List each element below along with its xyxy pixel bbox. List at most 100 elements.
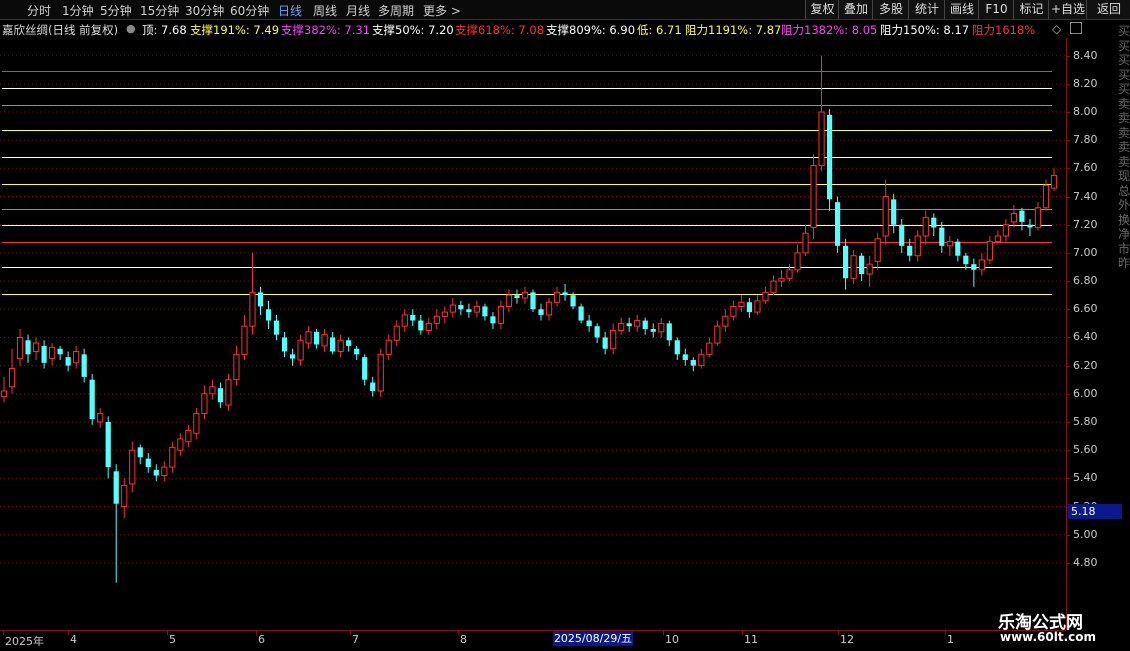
candle[interactable]	[441, 311, 448, 317]
candle[interactable]	[826, 114, 833, 200]
candle[interactable]	[89, 379, 95, 420]
tool-button[interactable]: 叠加	[838, 0, 873, 19]
candle[interactable]	[850, 255, 857, 279]
tool-button[interactable]: 返回	[1086, 0, 1130, 19]
candle[interactable]	[994, 235, 1001, 243]
candle[interactable]	[297, 339, 304, 361]
tool-button[interactable]: F10	[978, 0, 1014, 19]
candle[interactable]	[971, 264, 977, 270]
candle[interactable]	[786, 269, 793, 279]
diamond-icon[interactable]: ◇	[1052, 22, 1061, 36]
candle[interactable]	[321, 334, 328, 347]
candle[interactable]	[1034, 207, 1042, 229]
candle[interactable]	[346, 340, 352, 346]
candle[interactable]	[514, 295, 520, 298]
candle[interactable]	[986, 241, 993, 261]
candle[interactable]	[209, 386, 216, 395]
candle[interactable]	[842, 245, 849, 279]
candle[interactable]	[418, 320, 424, 331]
candle[interactable]	[1019, 210, 1025, 222]
candle[interactable]	[963, 255, 969, 265]
candle[interactable]	[337, 339, 344, 353]
candle[interactable]	[866, 263, 873, 275]
candle[interactable]	[193, 413, 200, 434]
candle[interactable]	[65, 357, 71, 366]
candle[interactable]	[553, 291, 561, 303]
candle[interactable]	[722, 315, 729, 327]
candle[interactable]	[545, 301, 553, 316]
candle[interactable]	[891, 199, 897, 225]
period-tab[interactable]: 多周期	[378, 2, 414, 19]
candle[interactable]	[578, 306, 584, 321]
candle[interactable]	[538, 309, 544, 315]
candle[interactable]	[105, 422, 111, 468]
candle[interactable]	[458, 305, 464, 310]
candle[interactable]	[730, 305, 737, 317]
candle[interactable]	[562, 292, 568, 296]
candle[interactable]	[145, 458, 151, 468]
candle[interactable]	[530, 292, 536, 310]
candle[interactable]	[899, 224, 905, 246]
candle[interactable]	[249, 291, 256, 327]
candle[interactable]	[370, 382, 376, 391]
candle[interactable]	[939, 227, 945, 246]
candle[interactable]	[410, 314, 416, 321]
candle[interactable]	[1010, 212, 1018, 223]
candle[interactable]	[698, 353, 705, 367]
candle[interactable]	[1027, 224, 1033, 228]
candle[interactable]	[153, 469, 159, 476]
candle[interactable]	[81, 354, 87, 377]
candle[interactable]	[425, 322, 432, 331]
candle[interactable]	[586, 320, 592, 327]
tool-button[interactable]: 复权	[805, 0, 839, 19]
candle[interactable]	[0, 390, 8, 398]
period-tab[interactable]: 60分钟	[230, 2, 269, 19]
period-tab[interactable]: 周线	[313, 2, 337, 19]
candle[interactable]	[505, 294, 513, 307]
candle[interactable]	[802, 232, 809, 254]
candle[interactable]	[931, 217, 937, 228]
period-tab[interactable]: 1分钟	[62, 2, 94, 19]
candle[interactable]	[818, 111, 825, 167]
candle[interactable]	[714, 325, 721, 344]
candle[interactable]	[289, 354, 296, 359]
candle[interactable]	[169, 446, 176, 468]
candle[interactable]	[433, 315, 440, 324]
candle[interactable]	[305, 331, 312, 344]
candle[interactable]	[634, 320, 641, 327]
candle[interactable]	[642, 320, 648, 329]
candle[interactable]	[650, 329, 656, 332]
tool-button[interactable]: 画线	[944, 0, 979, 19]
candle[interactable]	[257, 292, 264, 307]
candle[interactable]	[8, 367, 16, 388]
candle[interactable]	[874, 238, 881, 262]
candle[interactable]	[570, 295, 576, 307]
candle[interactable]	[137, 447, 143, 458]
stock-title[interactable]: 嘉欣丝绸(日线 前复权)	[2, 22, 118, 38]
candle[interactable]	[25, 340, 31, 355]
candle[interactable]	[682, 354, 688, 360]
candle[interactable]	[610, 329, 617, 350]
candle[interactable]	[225, 379, 232, 406]
candle[interactable]	[738, 301, 745, 307]
candle[interactable]	[770, 280, 777, 293]
candle[interactable]	[762, 291, 769, 302]
candle[interactable]	[121, 484, 128, 508]
candle[interactable]	[778, 277, 785, 282]
candle[interactable]	[497, 305, 505, 324]
candlestick-chart[interactable]	[0, 38, 1066, 630]
candle[interactable]	[754, 300, 761, 313]
period-tab[interactable]: 5分钟	[100, 2, 132, 19]
candle[interactable]	[377, 353, 384, 392]
candle[interactable]	[473, 305, 481, 313]
indicator-toggle-icon[interactable]: ●	[126, 22, 136, 35]
candle[interactable]	[658, 322, 665, 333]
candle[interactable]	[955, 241, 961, 256]
candle[interactable]	[330, 337, 336, 352]
candle[interactable]	[834, 202, 841, 246]
candle[interactable]	[241, 325, 248, 355]
period-tab[interactable]: 月线	[346, 2, 370, 19]
tool-button[interactable]: 多股	[872, 0, 909, 19]
candle[interactable]	[201, 393, 208, 415]
candle[interactable]	[922, 217, 929, 237]
